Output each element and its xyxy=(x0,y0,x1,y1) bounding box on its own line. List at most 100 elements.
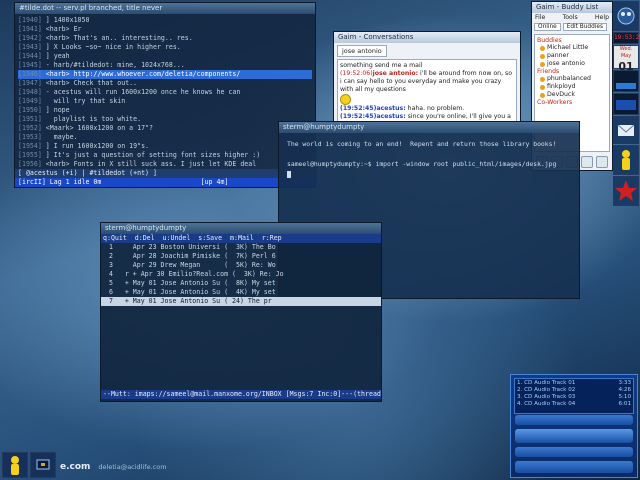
track-duration: 3:33 xyxy=(618,380,631,386)
buddy-item[interactable]: phunbalanced xyxy=(537,75,607,83)
track-duration: 5:10 xyxy=(618,394,631,400)
track-name: 4. CD Audio Track 04 xyxy=(517,401,576,407)
dock-star[interactable] xyxy=(613,176,639,206)
player-seek-bar[interactable] xyxy=(515,415,633,425)
dock-cpu-monitor[interactable] xyxy=(613,70,639,92)
irc-line-text: ] 1400x1050 xyxy=(45,16,90,24)
buddy-group[interactable]: Friends xyxy=(537,68,607,75)
tab-online[interactable]: Online xyxy=(534,23,561,31)
buddy-tabs: Online Edit Buddies xyxy=(532,22,612,32)
xterm-title[interactable]: sterm@humptydumpty xyxy=(279,122,579,133)
mutt-status-bar: --Mutt: imaps://sameel@mail.manxome.org/… xyxy=(101,390,381,399)
irc-line: [1940] ] 1400x1050 xyxy=(18,16,312,25)
playlist-track[interactable]: 2. CD Audio Track 02 4:26 xyxy=(517,387,631,394)
irc-line-number: [1940] xyxy=(18,16,46,24)
text-cursor xyxy=(287,170,291,178)
playlist-track[interactable]: 3. CD Audio Track 03 5:10 xyxy=(517,394,631,401)
buddy-item[interactable]: Michael Little xyxy=(537,44,607,52)
irc-line: [1941] <harb> Er xyxy=(18,25,312,34)
buddy-menubar: File Tools Help xyxy=(532,13,612,22)
dock-mail[interactable] xyxy=(613,116,639,144)
menu-item-tools[interactable]: Tools xyxy=(563,14,578,21)
irc-line-text: <harb> Check that out.. xyxy=(45,79,138,87)
xterm-body[interactable]: The world is coming to an end! Repent an… xyxy=(279,133,579,185)
player-display xyxy=(515,429,633,443)
mutt-message-row[interactable]: 5 + May 01 Jose Antonio Su ( 8K) My set xyxy=(101,279,381,288)
irc-line-text: playlist is too white. xyxy=(45,115,142,123)
dock-person-app[interactable] xyxy=(2,452,28,478)
conversation-message: something send me a mail xyxy=(340,62,514,70)
mutt-message-row[interactable]: 2 Apr 28 Joachim Pimiske ( 7K) Perl 6 xyxy=(101,252,381,261)
message-timestamp: (19:52:45) xyxy=(340,113,377,120)
buddy-item[interactable]: panner xyxy=(537,52,607,60)
conversation-tab[interactable]: jose antonio xyxy=(337,45,387,57)
dock-calendar: Wed. May 01 xyxy=(613,45,639,73)
dock-gaim-applet[interactable] xyxy=(613,1,639,31)
track-name: 3. CD Audio Track 03 xyxy=(517,394,576,400)
tab-edit-buddies[interactable]: Edit Buddies xyxy=(562,23,607,31)
irc-log: [1940] ] 1400x1050 [1941] <harb> Er [1942]… xyxy=(15,14,315,188)
player-volume[interactable] xyxy=(515,461,633,473)
mutt-message-row[interactable]: 6 + May 01 Jose Antonio Su ( 4K) My set xyxy=(101,288,381,297)
irc-line: [1951] playlist is too white. xyxy=(18,115,312,124)
irc-line-number: [1947] xyxy=(18,79,46,87)
fortune-line: The world is coming to an end! Repent an… xyxy=(287,140,557,148)
mutt-message-row[interactable]: 3 Apr 29 Drew Megan ( 5K) Re: Wo xyxy=(101,261,381,270)
calendar-month: Wed. May xyxy=(619,46,633,59)
irc-line: [1947] <harb> Check that out.. xyxy=(18,79,312,88)
irc-line: [1942] <harb> That's an.. interesting.. … xyxy=(18,34,312,43)
irc-line-text: <harb> http://www.whoever.com/deletia/co… xyxy=(45,70,241,78)
gaim-conversation-title[interactable]: Gaim - Conversations xyxy=(334,32,520,43)
irc-line-number: [1941] xyxy=(18,25,46,33)
player-controls[interactable] xyxy=(515,447,633,457)
irc-line-number: [1959] xyxy=(18,187,46,188)
prefs-button[interactable] xyxy=(596,156,609,168)
irc-line-number: [1942] xyxy=(18,34,46,42)
irc-line-number: [1946] xyxy=(18,70,46,78)
brand-logo: e.com xyxy=(60,462,91,472)
irc-line-text: will try that skin xyxy=(45,97,126,105)
menu-item-help[interactable]: Help xyxy=(595,14,609,21)
mutt-title[interactable]: sterm@humptydumpty xyxy=(101,223,381,234)
irc-window-title[interactable]: #tilde.dot -- serv.pl branched, title ne… xyxy=(15,3,315,14)
mutt-message-row[interactable]: 4 r + Apr 30 Emilio?Real.com ( 3K) Re: J… xyxy=(101,270,381,279)
buddy-item[interactable]: DevDuck xyxy=(537,91,607,99)
buddy-group[interactable]: Co-Workers xyxy=(537,99,607,106)
playlist-track[interactable]: 1. CD Audio Track 01 3:33 xyxy=(517,380,631,387)
irc-line-number: [1949] xyxy=(18,97,46,105)
dock-trash[interactable] xyxy=(613,145,639,175)
away-button[interactable] xyxy=(581,156,594,168)
dock-display-app[interactable] xyxy=(30,452,56,478)
mutt-message-row[interactable]: 7 + May 01 Jose Antonio Su ( 24) The pr xyxy=(101,297,381,306)
message-text: haha. no problem. xyxy=(405,105,465,112)
buddy-list-title[interactable]: Gaim - Buddy List xyxy=(532,2,612,13)
dock-net-monitor[interactable] xyxy=(613,93,639,115)
cursor-line xyxy=(287,169,571,179)
irc-line-number: [1943] xyxy=(18,43,46,51)
irc-line-text: - acestus will run 1600x1200 once he kno… xyxy=(45,88,241,96)
irc-terminal-window[interactable]: #tilde.dot -- serv.pl branched, title ne… xyxy=(14,2,316,188)
message-timestamp: (19:52:45) xyxy=(340,105,377,112)
media-player-window[interactable]: 1. CD Audio Track 01 3:33 2. CD Audio Trac… xyxy=(510,374,638,478)
menu-item-file[interactable]: File xyxy=(535,14,545,21)
message-nick: jose antonio: xyxy=(372,70,419,77)
buddy-group[interactable]: Buddies xyxy=(537,37,607,44)
irc-line: [1952] <Maark> 1600x1200 on a 17"? xyxy=(18,124,312,133)
playlist-track[interactable]: 4. CD Audio Track 04 6:01 xyxy=(517,401,631,408)
irc-line-text: <harb> Er xyxy=(45,25,82,33)
right-dock: 19:53:29 Wed. May 01 xyxy=(613,1,640,251)
buddy-item[interactable]: finkployd xyxy=(537,83,607,91)
player-playlist: 1. CD Audio Track 01 3:33 2. CD Audio Trac… xyxy=(514,378,634,414)
irc-line-number: [1945] xyxy=(18,61,46,69)
mutt-message-row[interactable]: 1 Apr 23 Boston Universi ( 3K) The Bo xyxy=(101,243,381,252)
irc-line-number: [1948] xyxy=(18,88,46,96)
buddy-item[interactable]: jose antonio xyxy=(537,60,607,68)
irc-line: [1956] <harb> Fonts in X still suck ass.… xyxy=(18,160,312,169)
irc-line: [1955] ] It's just a question of setting… xyxy=(18,151,312,160)
gaim-conversation-window[interactable]: Gaim - Conversations jose antonio someth… xyxy=(333,31,521,129)
irc-line-text: maybe. xyxy=(45,133,78,141)
mutt-help-bar: q:Quit d:Del u:Undel s:Save m:Mail r:Rep xyxy=(101,234,381,243)
mutt-window[interactable]: sterm@humptydumpty q:Quit d:Del u:Undel … xyxy=(100,222,382,402)
irc-line: [1948] - acestus will run 1600x1200 once… xyxy=(18,88,312,97)
